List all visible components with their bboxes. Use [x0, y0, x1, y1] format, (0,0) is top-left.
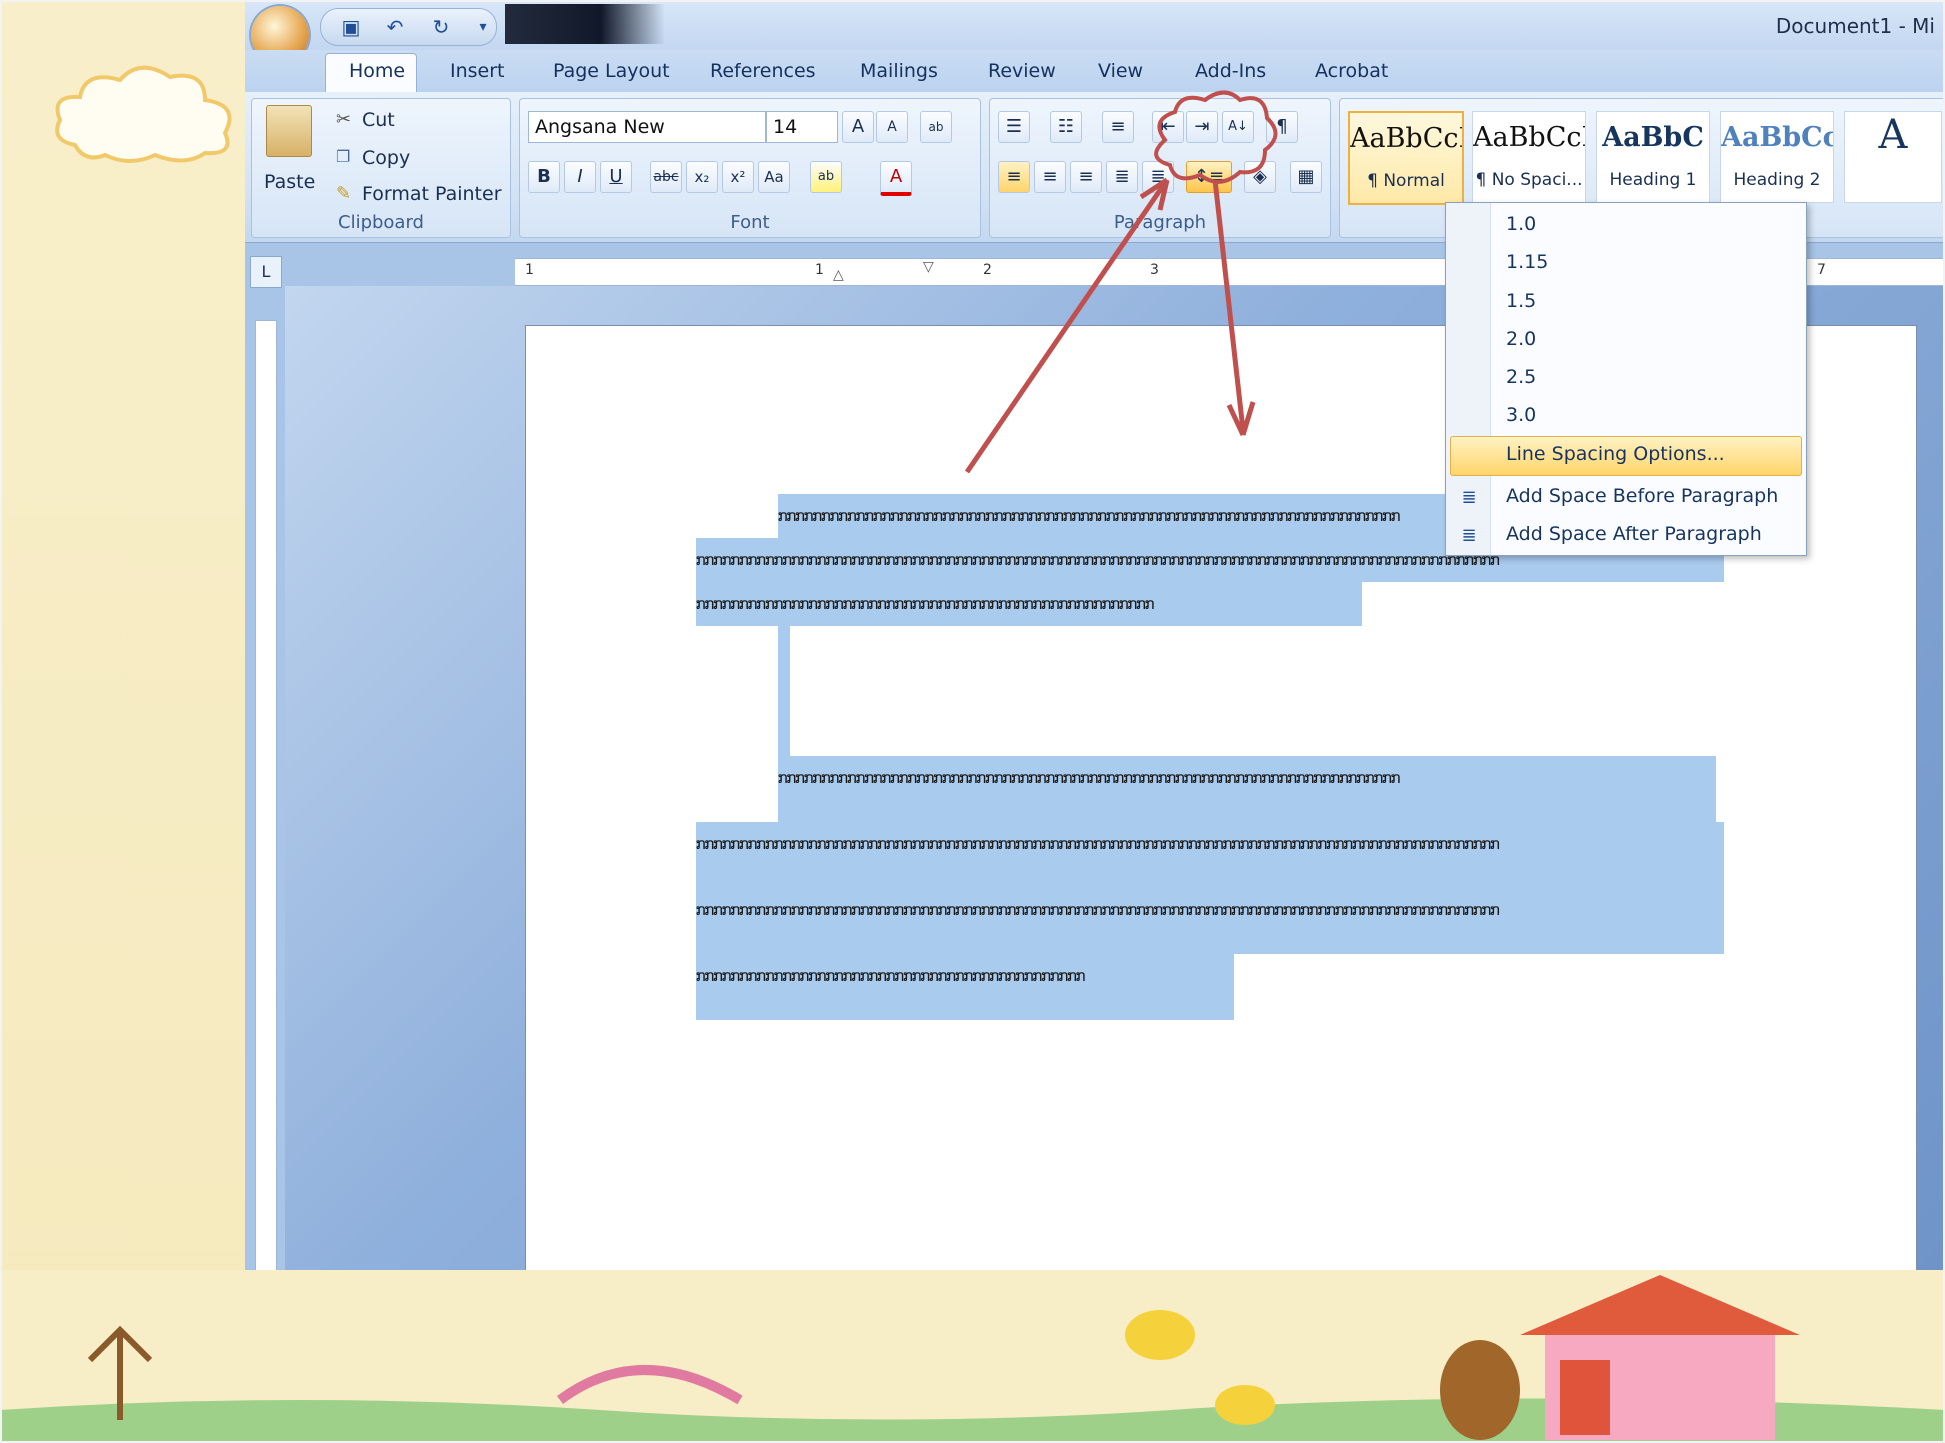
- annotation-arrow-1: [964, 178, 1170, 474]
- annotation-overlay: [964, 90, 1278, 474]
- word-window: Document1 - Mi ▣ ↶ ↻ ▾ Home Insert Page …: [245, 0, 1945, 1275]
- bottom-scenery: [0, 1270, 1945, 1443]
- annotation-arrow-2: [1212, 179, 1246, 431]
- cloud-decoration: [55, 65, 232, 163]
- annotation-cloud: [1154, 90, 1278, 184]
